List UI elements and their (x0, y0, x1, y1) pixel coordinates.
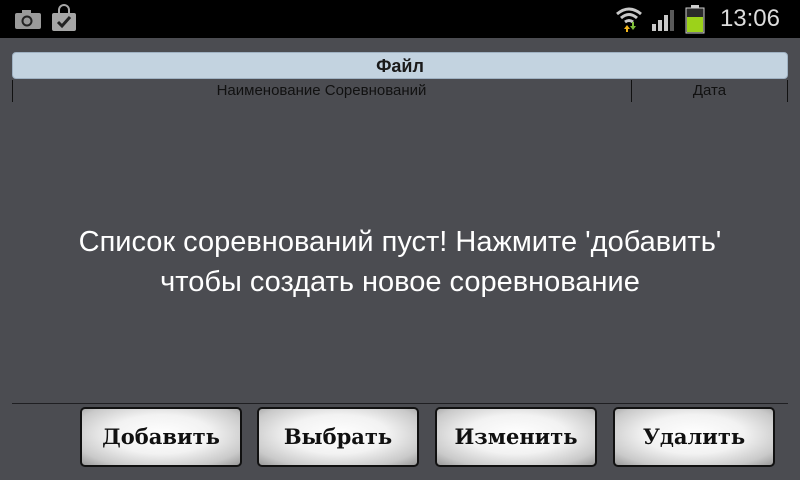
signal-icon (650, 6, 680, 37)
edit-button[interactable]: Изменить (435, 407, 597, 467)
empty-message-line-2: чтобы создать новое соревнование (160, 266, 640, 298)
empty-list-message: Список соревнований пуст! Нажмите 'добав… (0, 222, 800, 302)
select-button[interactable]: Выбрать (257, 407, 419, 467)
add-button[interactable]: Добавить (80, 407, 242, 467)
column-header-name[interactable]: Наименование Соревнований (12, 80, 631, 102)
column-header-date[interactable]: Дата (632, 80, 787, 102)
status-bar: 13:06 (0, 0, 800, 38)
delete-button[interactable]: Удалить (613, 407, 775, 467)
battery-icon (684, 4, 706, 39)
column-divider (787, 80, 788, 102)
divider (12, 403, 788, 404)
camera-icon (14, 8, 42, 35)
window-title: Файл (376, 56, 424, 76)
title-bar: Файл (12, 52, 788, 79)
shopping-bag-check-icon (50, 4, 78, 37)
empty-message-line-1: Список соревнований пуст! Нажмите 'добав… (78, 226, 722, 258)
clock: 13:06 (719, 5, 780, 32)
wifi-icon (614, 5, 644, 38)
table-header: Наименование Соревнований Дата (12, 80, 788, 102)
